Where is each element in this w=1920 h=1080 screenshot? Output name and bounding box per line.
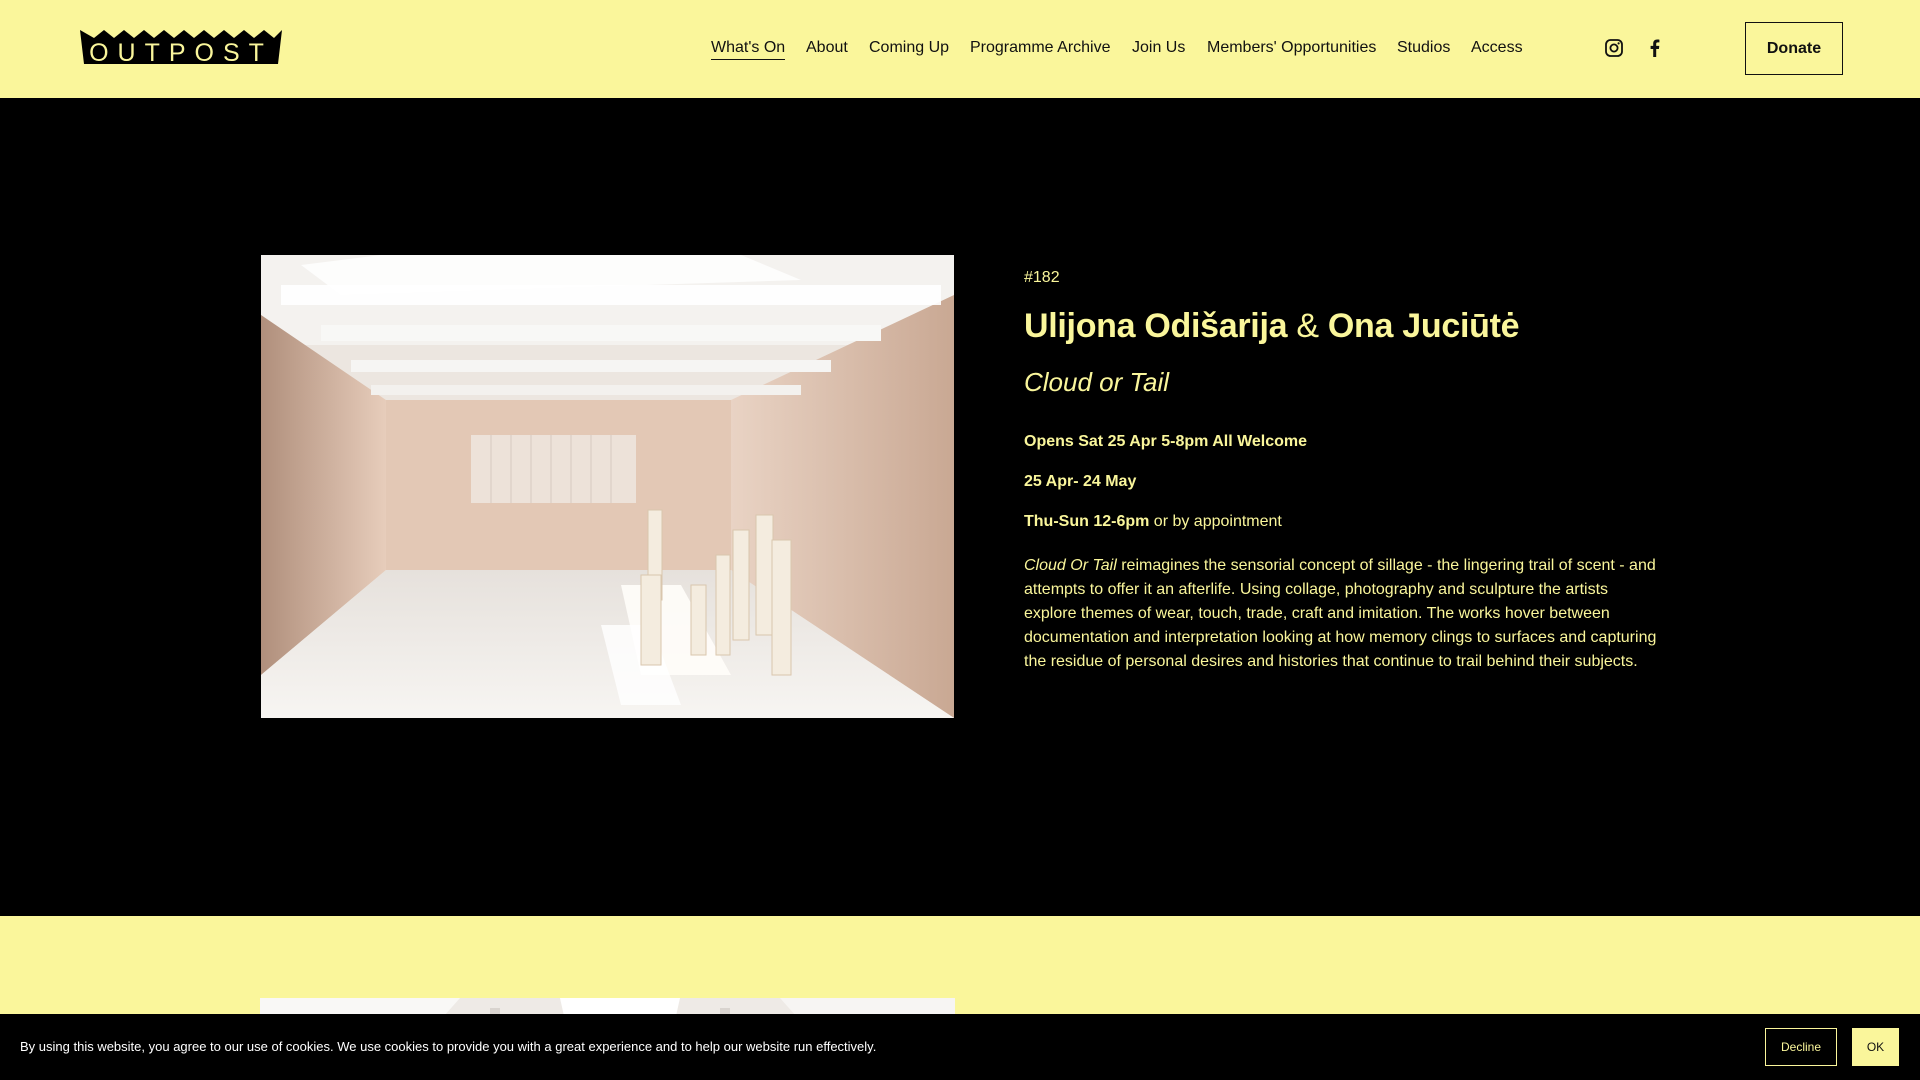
exhibition-dates: 25 Apr- 24 May: [1024, 473, 1137, 490]
nav-join-us[interactable]: Join Us: [1132, 38, 1185, 58]
exhibition-photo: [261, 255, 954, 718]
exhibition-description: Cloud Or Tail reimagines the sensorial c…: [1024, 557, 1657, 670]
exhibition-title: Cloud or Tail: [1024, 367, 1170, 397]
ampersand: &: [1296, 307, 1319, 345]
cookie-ok-button[interactable]: OK: [1852, 1028, 1899, 1066]
site-header: OUTPOST What's On About Coming Up Progra…: [0, 0, 1920, 98]
nav-whats-on[interactable]: What's On: [711, 38, 786, 60]
exhibition-number: #182: [1024, 269, 1060, 286]
cookie-banner: By using this website, you agree to our …: [0, 1014, 1920, 1080]
nav-about[interactable]: About: [806, 38, 848, 58]
opening-hours: Thu-Sun 12-6pm or by appointment: [1024, 513, 1282, 530]
exhibition-artists: Ulijona Odišarija & Ona Juciūtė: [1024, 306, 1520, 346]
exhibition-info: #182 Ulijona Odišarija & Ona Juciūtė Clo…: [1024, 268, 1664, 670]
facebook-icon[interactable]: [1645, 38, 1665, 58]
artist-name: Ona Juciūtė: [1327, 307, 1520, 345]
instagram-icon[interactable]: [1604, 38, 1624, 58]
nav-access[interactable]: Access: [1471, 38, 1523, 58]
nav-coming-up[interactable]: Coming Up: [869, 38, 949, 58]
opening-info: Opens Sat 25 Apr 5-8pm All Welcome: [1024, 433, 1308, 450]
nav-programme-archive[interactable]: Programme Archive: [970, 38, 1111, 58]
main-nav: What's On About Coming Up Programme Arch…: [0, 38, 1920, 62]
cookie-decline-button[interactable]: Decline: [1765, 1028, 1837, 1066]
cookie-text: By using this website, you agree to our …: [20, 1039, 877, 1054]
nav-studios[interactable]: Studios: [1397, 38, 1450, 58]
artist-name: Ulijona Odišarija: [1024, 307, 1288, 345]
nav-members-opportunities[interactable]: Members' Opportunities: [1207, 38, 1376, 58]
donate-button[interactable]: Donate: [1745, 22, 1843, 75]
